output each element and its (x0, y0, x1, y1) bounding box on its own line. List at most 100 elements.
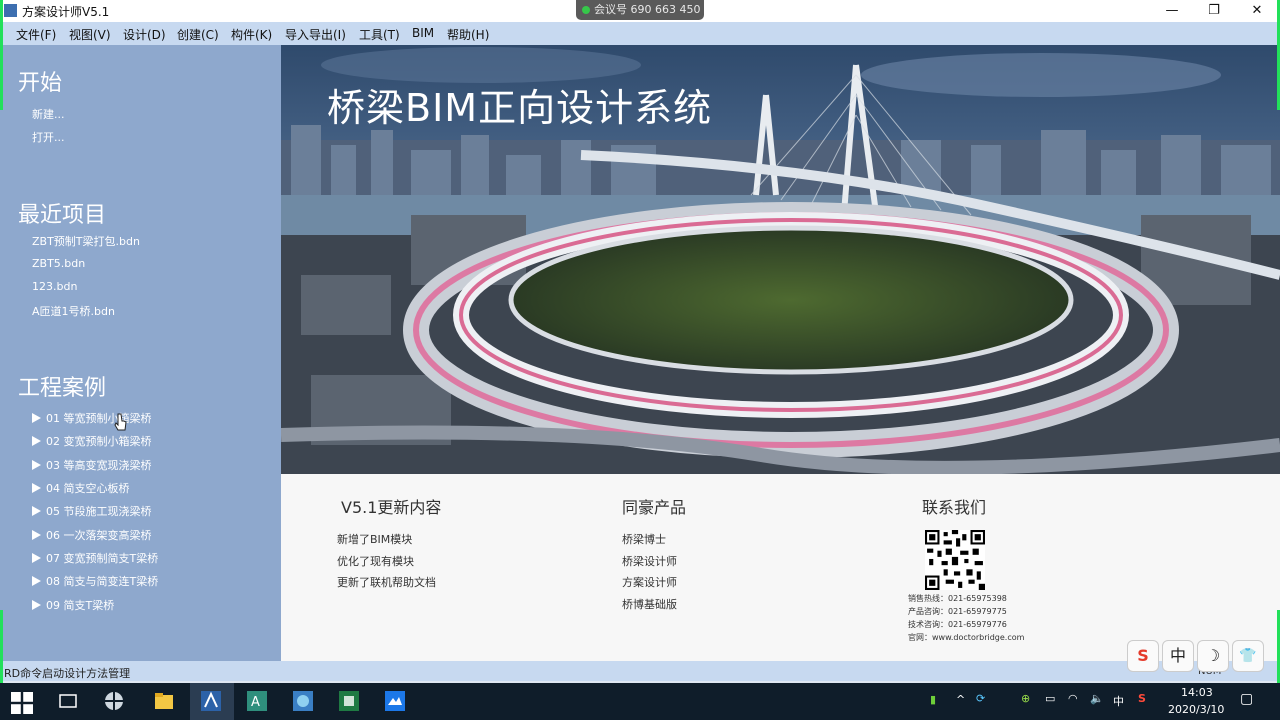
globe-app-icon[interactable] (292, 690, 314, 712)
menu-item[interactable]: 构件(K) (231, 26, 272, 43)
product-link[interactable]: 方案设计师 (622, 574, 677, 590)
expand-arrow-icon (32, 413, 41, 423)
hero-banner: 桥梁BIM正向设计系统 (281, 45, 1280, 474)
case-item[interactable]: 01 等宽预制小箱梁桥 (32, 410, 152, 426)
meeting-badge[interactable]: 会议号 690 663 450 (576, 0, 704, 20)
case-label: 04 简支空心板桥 (46, 482, 130, 495)
case-item[interactable]: 05 节段施工现浇梁桥 (32, 503, 152, 519)
svg-text:A: A (251, 695, 260, 710)
power-tray-icon[interactable]: ▭ (1045, 692, 1055, 705)
info-panel: V5.1更新内容 新增了BIM模块 优化了现有模块 更新了联机帮助文档 同豪产品… (281, 474, 1280, 661)
volume-tray-icon[interactable]: 🔈 (1090, 692, 1104, 705)
task-view-icon[interactable] (57, 690, 79, 712)
sidebar: 开始 新建... 打开... 最近项目 ZBT预制T梁打包.bdn ZBT5.b… (0, 45, 281, 661)
taskbar: A ▮ ^ ⟳ ⊕ ▭ ◠ 🔈 中 S 14:03 2020/3/10 ▢ (0, 683, 1280, 720)
bridge-designer-app-icon[interactable] (200, 690, 222, 712)
menu-item[interactable]: 设计(D) (123, 26, 166, 43)
product-link[interactable]: 桥梁博士 (622, 531, 666, 547)
app-icon (4, 4, 17, 17)
meeting-label: 会议号 690 663 450 (594, 3, 701, 16)
case-label: 01 等宽预制小箱梁桥 (46, 412, 152, 425)
menu-item[interactable]: 创建(C) (177, 26, 219, 43)
menu-item[interactable]: BIM (412, 26, 434, 40)
recent-project-item[interactable]: ZBT5.bdn (32, 257, 85, 270)
product-link[interactable]: 桥博基础版 (622, 596, 677, 612)
case-item[interactable]: 06 一次落架变高梁桥 (32, 527, 152, 543)
menu-item[interactable]: 导入导出(I) (285, 26, 346, 43)
status-bar: RD命令启动设计方法管理 NUM (0, 661, 1280, 681)
share-border (0, 610, 3, 683)
sogou-input-icon[interactable]: S (1127, 640, 1159, 672)
close-button[interactable]: ✕ (1237, 1, 1277, 21)
wifi-tray-icon[interactable]: ◠ (1068, 692, 1078, 705)
expand-arrow-icon (32, 460, 41, 470)
case-item[interactable]: 08 简支与简变连T梁桥 (32, 573, 158, 589)
pinwheel-app-icon[interactable] (103, 690, 125, 712)
contact-line: 技术咨询：021-65979776 (908, 620, 1007, 629)
clock-date[interactable]: 2020/3/10 (1168, 703, 1224, 716)
autocad-app-icon[interactable]: A (246, 690, 268, 712)
mouse-cursor-icon (114, 413, 127, 431)
recent-section-title: 最近项目 (18, 203, 107, 228)
window-title: 方案设计师V5.1 (22, 5, 110, 19)
case-label: 09 简支T梁桥 (46, 599, 115, 612)
tray-chevron-icon[interactable]: ^ (956, 693, 965, 706)
minimize-button[interactable]: — (1152, 1, 1192, 21)
product-link[interactable]: 桥梁设计师 (622, 553, 677, 569)
case-item[interactable]: 03 等高变宽现浇梁桥 (32, 457, 152, 473)
expand-arrow-icon (32, 576, 41, 586)
qr-code-icon (925, 530, 985, 590)
clock-time[interactable]: 14:03 (1181, 686, 1213, 699)
recent-project-item[interactable]: A匝道1号桥.bdn (32, 303, 115, 319)
file-explorer-icon[interactable] (153, 690, 175, 712)
plus-tray-icon[interactable]: ⊕ (1021, 692, 1030, 705)
case-item[interactable]: 09 简支T梁桥 (32, 597, 114, 613)
updates-title: V5.1更新内容 (341, 498, 442, 517)
menu-item[interactable]: 视图(V) (69, 26, 111, 43)
chinese-mode-button[interactable]: 中 (1162, 640, 1194, 672)
case-item[interactable]: 04 简支空心板桥 (32, 480, 130, 496)
case-label: 07 变宽预制简支T梁桥 (46, 552, 159, 565)
menu-item[interactable]: 工具(T) (359, 26, 400, 43)
notification-icon[interactable]: ▢ (1240, 691, 1253, 707)
share-border (0, 0, 3, 110)
expand-arrow-icon (32, 600, 41, 610)
recent-project-item[interactable]: 123.bdn (32, 280, 77, 293)
ime-tray-label[interactable]: 中 (1113, 693, 1124, 709)
update-item: 更新了联机帮助文档 (337, 576, 436, 589)
meeting-app-icon[interactable] (384, 690, 406, 712)
sogou-tray-icon[interactable]: S (1138, 692, 1146, 705)
contact-line[interactable]: 官网：www.doctorbridge.com (908, 632, 1024, 643)
case-label: 08 简支与简变连T梁桥 (46, 575, 159, 588)
moon-icon[interactable]: ☽ (1197, 640, 1229, 672)
cases-section-title: 工程案例 (18, 376, 107, 401)
case-label: 03 等高变宽现浇梁桥 (46, 459, 152, 472)
sync-tray-icon[interactable]: ⟳ (976, 692, 985, 705)
meeting-status-icon (582, 6, 590, 14)
battery-tray-icon[interactable]: ▮ (930, 693, 936, 706)
case-label: 05 节段施工现浇梁桥 (46, 505, 152, 518)
expand-arrow-icon (32, 506, 41, 516)
hero-title: 桥梁BIM正向设计系统 (327, 86, 713, 130)
case-label: 02 变宽预制小箱梁桥 (46, 435, 152, 448)
expand-arrow-icon (32, 553, 41, 563)
menu-item[interactable]: 帮助(H) (447, 26, 489, 43)
contact-title: 联系我们 (922, 498, 987, 517)
menu-item[interactable]: 文件(F) (16, 26, 56, 43)
update-item: 优化了现有模块 (337, 555, 414, 568)
expand-arrow-icon (32, 436, 41, 446)
expand-arrow-icon (32, 483, 41, 493)
new-project-link[interactable]: 新建... (32, 106, 65, 122)
menu-bar: 文件(F) 视图(V) 设计(D) 创建(C) 构件(K) 导入导出(I) 工具(T) BIM… (0, 22, 1280, 45)
open-project-link[interactable]: 打开... (32, 129, 65, 145)
recent-project-item[interactable]: ZBT预制T梁打包.bdn (32, 233, 140, 249)
skin-shirt-icon[interactable]: 👕 (1232, 640, 1264, 672)
status-text: RD命令启动设计方法管理 (4, 667, 131, 680)
windows-start-icon[interactable] (11, 692, 33, 714)
case-item[interactable]: 02 变宽预制小箱梁桥 (32, 433, 152, 449)
products-title: 同豪产品 (622, 498, 687, 517)
excel-app-icon[interactable] (338, 690, 360, 712)
restore-button[interactable]: ❐ (1194, 1, 1234, 21)
expand-arrow-icon (32, 530, 41, 540)
case-item[interactable]: 07 变宽预制简支T梁桥 (32, 550, 158, 566)
